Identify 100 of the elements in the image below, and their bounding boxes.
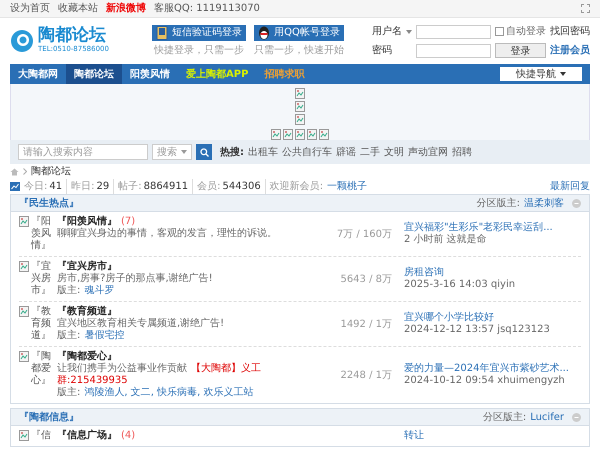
broken-image-icon	[19, 306, 29, 317]
moderator-link[interactable]: Lucifer	[530, 410, 564, 424]
search-button[interactable]	[196, 144, 212, 160]
username-label: 用户名	[372, 24, 402, 39]
login-button[interactable]: 登录	[495, 43, 546, 58]
home-icon[interactable]	[10, 168, 19, 176]
last-post-meta: 2024-12-12 13:57 jsq123123	[404, 324, 551, 336]
top-link[interactable]: 收藏本站	[58, 1, 98, 16]
forum-name[interactable]: 『教育频道』	[57, 306, 117, 318]
top-link[interactable]: 客服QQ: 1119113070	[154, 1, 260, 16]
broken-image-icon	[19, 216, 29, 227]
forum-name[interactable]: 『宜兴房市』	[57, 261, 117, 273]
hot-search-link[interactable]: 招聘	[452, 144, 472, 160]
breadcrumb-link[interactable]: 陶都论坛	[31, 164, 71, 179]
forum-icon-alt-text: 『信	[31, 430, 52, 442]
caret-icon	[181, 150, 187, 154]
nav-item[interactable]: 阳羡风情	[122, 64, 178, 84]
stat-label: 昨日:	[71, 180, 94, 194]
search-field[interactable]: 请输入搜索内容	[18, 144, 148, 160]
forum-moderator-link[interactable]: 暑假宅控	[84, 330, 124, 342]
stat-label: 帖子:	[118, 180, 142, 194]
thread-post-counts: 1492 / 1万	[339, 318, 392, 332]
hot-search-link[interactable]: 辟谣	[336, 144, 356, 160]
forum-icon-alt-text: 『阳羡风情』	[31, 216, 52, 252]
thread-post-counts: 7万 / 160万	[336, 228, 392, 242]
logo-text: 陶都论坛	[38, 27, 107, 44]
forum-moderator-label: 版主:	[57, 330, 80, 342]
stat-value: 29	[96, 180, 110, 194]
password-field[interactable]	[416, 44, 491, 58]
logo-icon	[10, 29, 34, 53]
stat-value: 544306	[222, 180, 261, 194]
forum-moderator-label: 版主:	[57, 387, 80, 399]
last-post-meta: 2025-3-16 14:03 qiyin	[404, 279, 516, 291]
forum-description: 让我们携手为公益事业作贡献 【大陶都】义工群:215439935	[57, 363, 262, 386]
hot-search-link[interactable]: 出租车	[248, 144, 278, 160]
forum-moderator-label: 版主:	[57, 285, 80, 297]
welcome-label: 欢迎新会员:	[270, 180, 324, 194]
login-option-button[interactable]: 短信验证码登录	[152, 24, 246, 40]
auto-login-checkbox[interactable]	[495, 27, 504, 36]
search-icon	[200, 148, 208, 156]
login-option-hint: 只需一步，快速开始	[254, 44, 344, 58]
phone-icon	[156, 26, 168, 40]
broken-image-icon	[19, 430, 29, 441]
password-label: 密码	[372, 44, 393, 58]
category-title[interactable]: 『民生热点』	[19, 196, 79, 210]
stat-label: 会员:	[197, 180, 221, 194]
chart-icon	[10, 182, 20, 191]
login-option-hint: 快捷登录，只需一步	[154, 44, 244, 58]
broken-image-icon	[19, 261, 29, 272]
collapse-icon[interactable]	[572, 198, 581, 208]
forum-moderator-link[interactable]: 魂斗罗	[84, 285, 114, 297]
nav-item[interactable]: 大陶都网	[10, 64, 66, 84]
latest-replies-link[interactable]: 最新回复	[550, 179, 590, 194]
forum-moderator-link[interactable]: 鸿陵渔人, 文二, 快乐病毒, 欢乐义工站	[84, 387, 254, 399]
auto-login-label: 自动登录	[506, 25, 546, 39]
penguin-icon	[258, 26, 270, 40]
forum-description: 房市,房事?房子的那点事,谢绝广告!	[57, 273, 214, 284]
nav-item[interactable]: 爱上陶都APP	[178, 64, 256, 84]
moderator-link[interactable]: 温柔刺客	[524, 196, 564, 210]
top-link[interactable]: 新浪微博	[106, 1, 146, 16]
stat-value: 41	[49, 180, 62, 194]
last-post-link[interactable]: 房租咨询	[404, 267, 581, 279]
forgot-password-link[interactable]: 找回密码	[550, 24, 590, 39]
last-post-link[interactable]: 宜兴哪个小学比较好	[404, 312, 581, 324]
hot-search-link[interactable]: 文明	[384, 144, 404, 160]
forum-description: 宜兴地区教育相关专属频道,谢绝广告!	[57, 318, 226, 330]
hot-search-link[interactable]: 二手	[360, 144, 380, 160]
search-scope-dropdown[interactable]: 搜索	[152, 144, 192, 160]
last-post-link[interactable]: 宜兴福彩"生彩乐"老彩民幸运刮...	[404, 222, 581, 234]
broken-image-icon	[295, 88, 305, 99]
stat-value: 8864911	[144, 180, 188, 194]
hot-search-link[interactable]: 声动宜网	[408, 144, 448, 160]
new-post-count: (7)	[121, 216, 136, 228]
last-post-meta: 2024-10-12 09:54 xhuimengyzh	[404, 375, 566, 387]
thread-post-counts: 5643 / 8万	[339, 272, 392, 286]
forum-name[interactable]: 『阳羡风情』	[57, 216, 117, 228]
forum-name[interactable]: 『陶都爱心』	[57, 351, 117, 363]
stat-label: 今日:	[24, 180, 48, 194]
username-field[interactable]	[416, 24, 491, 38]
forum-description: 聊聊宜兴身边的事情，客观的发言，理性的诉说。	[57, 228, 278, 240]
category-title[interactable]: 『陶都信息』	[19, 410, 79, 424]
forum-name[interactable]: 『信息广场』	[57, 430, 117, 442]
last-post-link[interactable]: 转让	[404, 430, 581, 442]
broken-image-icon	[295, 101, 305, 112]
top-link[interactable]: 设为首页	[10, 1, 50, 16]
login-option-button[interactable]: 用QQ帐号登录	[254, 24, 344, 40]
caret-icon	[560, 72, 566, 76]
nav-item[interactable]: 陶都论坛	[66, 64, 122, 84]
forum-icon-alt-text: 『陶都爱心』	[31, 351, 52, 387]
last-post-link[interactable]: 爱的力量—2024年宜兴市紫砂艺术...	[404, 363, 581, 375]
new-member-link[interactable]: 一颗桃子	[327, 179, 368, 194]
thread-post-counts: 2248 / 1万	[339, 368, 392, 382]
hot-search-link[interactable]: 公共自行车	[282, 144, 332, 160]
register-link[interactable]: 注册会员	[550, 43, 590, 58]
collapse-icon[interactable]	[572, 412, 581, 422]
quick-nav-button[interactable]: 快捷导航	[500, 67, 582, 81]
last-post-meta: 2 小时前 这就是命	[404, 234, 488, 246]
expand-icon[interactable]	[581, 4, 590, 13]
moderator-label: 分区版主:	[482, 410, 526, 424]
moderator-label: 分区版主:	[476, 196, 520, 210]
